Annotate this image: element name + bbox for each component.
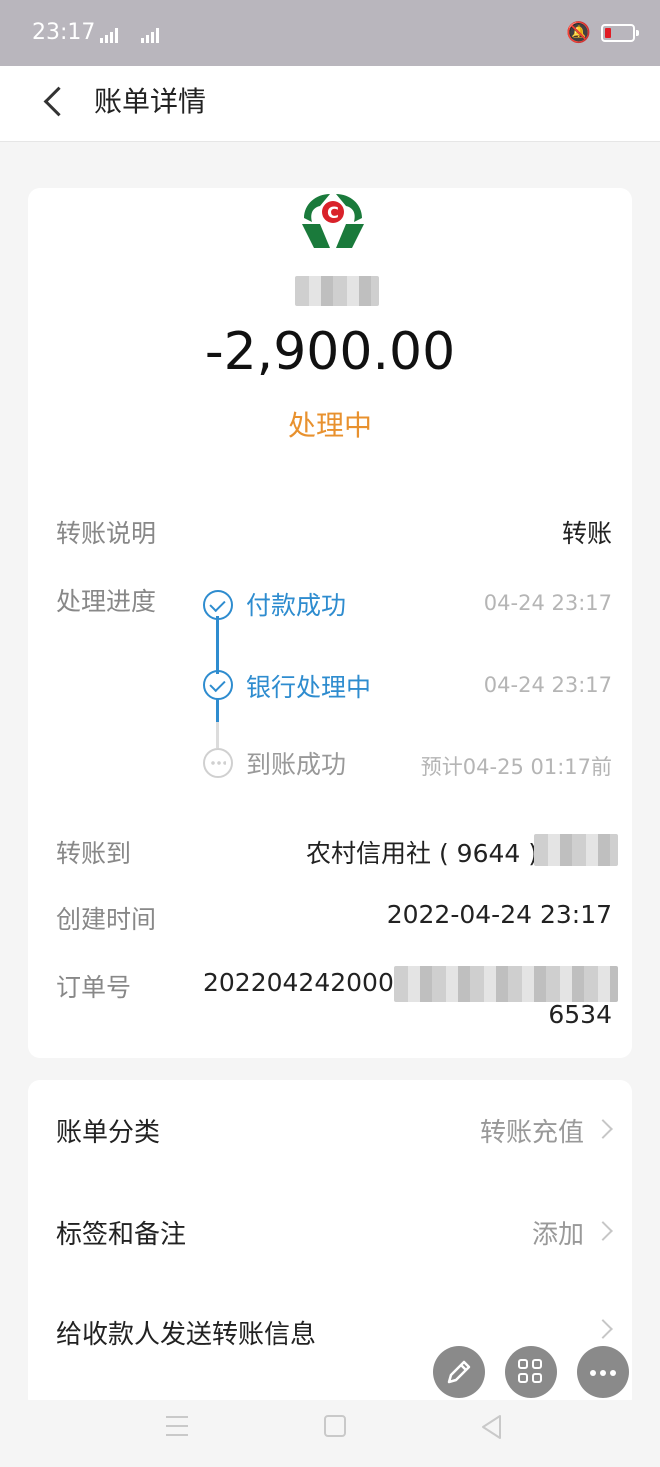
step-time: 04-24 23:17 [483, 591, 612, 615]
payee-name-redacted [295, 276, 379, 306]
step-label: 付款成功 [246, 591, 347, 620]
step-time: 04-24 23:17 [483, 673, 612, 697]
order-number-suffix: 6534 [548, 1000, 612, 1029]
system-nav-bar [0, 1400, 660, 1467]
progress-label: 处理进度 [56, 587, 157, 616]
transfer-note-label: 转账说明 [56, 519, 157, 548]
order-number-prefix: 2022042420004 [203, 968, 410, 997]
home-icon[interactable] [324, 1415, 346, 1437]
battery-icon [601, 24, 639, 42]
bank-logo-icon: C [302, 194, 364, 248]
step-done-icon [203, 670, 233, 700]
created-time-value: 2022-04-24 23:17 [386, 900, 612, 929]
created-time-label: 创建时间 [56, 905, 157, 934]
signal-icon [100, 24, 175, 49]
step-time: 预计04-25 01:17前 [420, 755, 612, 779]
bill-amount: -2,900.00 [204, 322, 456, 382]
tags-notes-label[interactable]: 标签和备注 [56, 1214, 186, 1251]
nav-bar: 账单详情 [0, 66, 660, 142]
apps-button[interactable] [505, 1346, 557, 1398]
back-triangle-icon[interactable] [480, 1414, 504, 1440]
progress-line-pending [216, 722, 219, 748]
bill-status: 处理中 [287, 409, 372, 442]
order-number-label: 订单号 [56, 973, 132, 1002]
bill-category-label[interactable]: 账单分类 [56, 1112, 160, 1149]
step-label: 到账成功 [246, 750, 347, 779]
progress-line [216, 698, 219, 722]
status-bar: 23:17 🔕 [0, 0, 660, 66]
tags-notes-value[interactable]: 添加 [532, 1214, 584, 1251]
menu-icon[interactable] [166, 1416, 188, 1436]
status-time: 23:17 [32, 20, 96, 45]
account-name-redacted [534, 834, 618, 866]
transfer-to-value: 农村信用社 ( 9644 ) [306, 839, 538, 868]
transfer-to-label: 转账到 [56, 839, 132, 868]
svg-text:C: C [327, 203, 339, 222]
back-arrow-icon[interactable] [38, 83, 78, 123]
step-label: 银行处理中 [246, 673, 372, 702]
step-done-icon [203, 590, 233, 620]
order-number-redacted [394, 966, 618, 1002]
progress-line [216, 616, 219, 674]
transfer-note-value: 转账 [561, 519, 612, 548]
pencil-icon [447, 1360, 471, 1384]
bill-category-value[interactable]: 转账充值 [480, 1112, 584, 1149]
step-pending-icon [203, 748, 233, 778]
page-title: 账单详情 [94, 85, 207, 118]
mute-icon: 🔕 [566, 20, 591, 44]
send-info-label[interactable]: 给收款人发送转账信息 [56, 1314, 316, 1351]
edit-button[interactable] [433, 1346, 485, 1398]
more-button[interactable] [577, 1346, 629, 1398]
